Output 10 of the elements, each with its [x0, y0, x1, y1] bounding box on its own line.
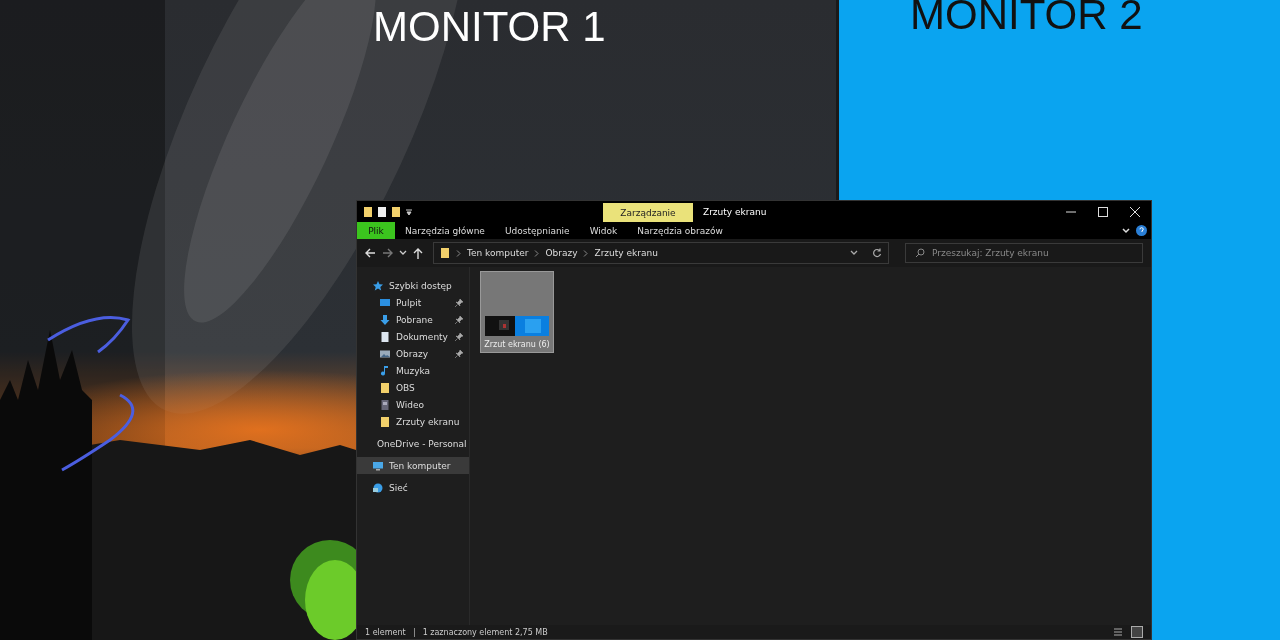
- search-field[interactable]: Przeszukaj: Zrzuty ekranu: [905, 243, 1143, 263]
- details-view-icon[interactable]: [1113, 627, 1123, 637]
- chevron-icon[interactable]: [850, 250, 858, 256]
- maximize-icon: [1098, 206, 1108, 217]
- refresh-icon[interactable]: [872, 248, 882, 258]
- search-icon: [915, 248, 925, 258]
- monitor-label: MONITOR 2: [910, 0, 1143, 36]
- tiles-view-icon[interactable]: [1131, 626, 1143, 638]
- help-icon[interactable]: [1136, 222, 1147, 239]
- close-icon: [1130, 206, 1140, 217]
